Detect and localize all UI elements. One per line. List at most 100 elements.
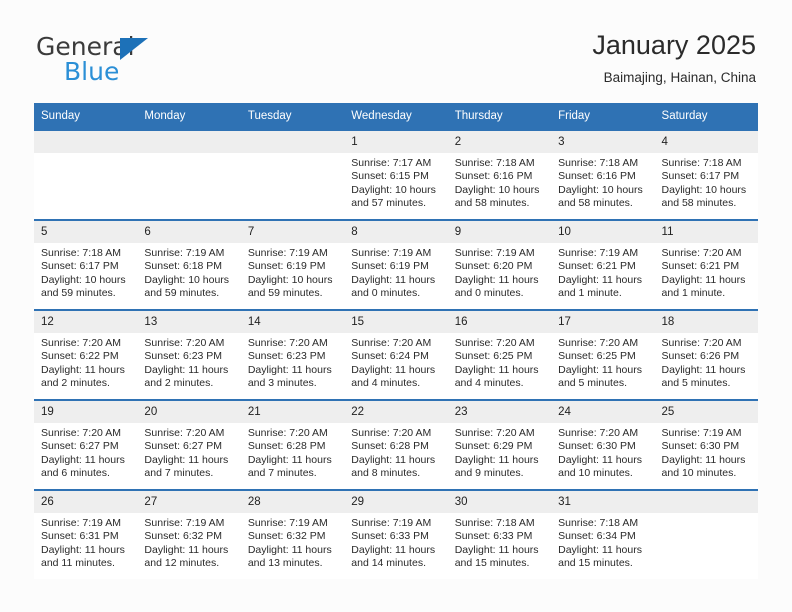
calendar-day-cell[interactable]: 18 Sunrise: 7:20 AM Sunset: 6:26 PM Dayligh… xyxy=(654,309,758,400)
sunset-text: Sunset: 6:25 PM xyxy=(558,350,636,363)
calendar-day-cell[interactable]: 7 Sunrise: 7:19 AM Sunset: 6:19 PM Daylight… xyxy=(240,219,345,310)
day-info: Sunrise: 7:18 AM Sunset: 6:17 PM Daylight:… xyxy=(655,153,758,210)
day-number: 5 xyxy=(34,221,138,243)
sunrise-text: Sunrise: 7:18 AM xyxy=(558,517,639,529)
sunrise-text: Sunrise: 7:20 AM xyxy=(41,427,121,439)
day-number: 4 xyxy=(654,131,758,153)
day-number: 3 xyxy=(551,131,655,153)
day-info: Sunrise: 7:18 AM Sunset: 6:34 PM Daylight:… xyxy=(551,513,654,570)
calendar-day-cell[interactable]: 27 Sunrise: 7:19 AM Sunset: 6:32 PM Dayligh… xyxy=(137,489,241,579)
sunset-text: Sunset: 6:32 PM xyxy=(247,530,326,543)
day-number: 15 xyxy=(344,311,448,333)
calendar-day-cell[interactable]: 26 Sunrise: 7:19 AM Sunset: 6:31 PM Dayligh… xyxy=(34,489,138,579)
calendar-table: Sunday Monday Tuesday Wednesday Thursday… xyxy=(34,103,758,579)
day-number xyxy=(34,131,138,153)
day-number: 20 xyxy=(137,401,241,423)
sunset-text: Sunset: 6:21 PM xyxy=(661,260,740,273)
sunrise-text: Sunrise: 7:20 AM xyxy=(454,337,535,349)
daylight-text: Daylight: 11 hours and 3 minutes. xyxy=(247,363,332,389)
page-subtitle: Baimajing, Hainan, China xyxy=(603,70,756,85)
day-number: 19 xyxy=(34,401,138,423)
daylight-text: Daylight: 10 hours and 58 minutes. xyxy=(558,183,643,209)
day-info: Sunrise: 7:20 AM Sunset: 6:23 PM Daylight:… xyxy=(241,333,344,390)
daylight-text: Daylight: 11 hours and 7 minutes. xyxy=(144,453,229,479)
weekday-header-thursday: Thursday xyxy=(447,103,552,130)
sunrise-text: Sunrise: 7:19 AM xyxy=(351,517,432,529)
sunset-text: Sunset: 6:30 PM xyxy=(558,440,636,453)
calendar-day-cell[interactable]: 1 Sunrise: 7:17 AM Sunset: 6:15 PM Daylight… xyxy=(344,129,448,220)
daylight-text: Daylight: 11 hours and 2 minutes. xyxy=(41,363,125,389)
day-info: Sunrise: 7:20 AM Sunset: 6:25 PM Daylight:… xyxy=(448,333,551,390)
calendar-day-cell[interactable]: 2 Sunrise: 7:18 AM Sunset: 6:16 PM Daylight… xyxy=(447,129,552,220)
sunrise-text: Sunrise: 7:20 AM xyxy=(661,247,742,259)
brand-logo[interactable]: General Blue xyxy=(36,33,236,91)
sunrise-text: Sunrise: 7:20 AM xyxy=(351,427,432,439)
calendar-day-cell[interactable]: 24 Sunrise: 7:20 AM Sunset: 6:30 PM Dayligh… xyxy=(551,399,655,490)
day-info: Sunrise: 7:18 AM Sunset: 6:17 PM Daylight:… xyxy=(34,243,137,300)
calendar-day-cell[interactable]: 6 Sunrise: 7:19 AM Sunset: 6:18 PM Daylight… xyxy=(137,219,241,310)
sunset-text: Sunset: 6:27 PM xyxy=(144,440,223,453)
calendar-day-cell[interactable]: 4 Sunrise: 7:18 AM Sunset: 6:17 PM Daylight… xyxy=(654,129,758,220)
day-number: 24 xyxy=(551,401,655,423)
day-number: 2 xyxy=(447,131,552,153)
calendar-day-cell[interactable]: 14 Sunrise: 7:20 AM Sunset: 6:23 PM Dayligh… xyxy=(240,309,345,400)
calendar-day-cell[interactable]: 10 Sunrise: 7:19 AM Sunset: 6:21 PM Dayligh… xyxy=(551,219,655,310)
day-info: Sunrise: 7:20 AM Sunset: 6:26 PM Daylight:… xyxy=(655,333,758,390)
calendar-day-cell[interactable]: 9 Sunrise: 7:19 AM Sunset: 6:20 PM Daylight… xyxy=(447,219,552,310)
calendar-day-cell[interactable]: 12 Sunrise: 7:20 AM Sunset: 6:22 PM Dayligh… xyxy=(34,309,138,400)
calendar-day-cell[interactable]: 13 Sunrise: 7:20 AM Sunset: 6:23 PM Dayligh… xyxy=(137,309,241,400)
daylight-text: Daylight: 11 hours and 12 minutes. xyxy=(144,543,229,569)
sunrise-text: Sunrise: 7:17 AM xyxy=(351,157,432,169)
sunrise-text: Sunrise: 7:20 AM xyxy=(351,337,432,349)
sunset-text: Sunset: 6:16 PM xyxy=(454,170,533,183)
sunset-text: Sunset: 6:24 PM xyxy=(351,350,429,363)
day-number: 11 xyxy=(654,221,758,243)
calendar-day-cell[interactable]: 17 Sunrise: 7:20 AM Sunset: 6:25 PM Dayligh… xyxy=(551,309,655,400)
sunrise-text: Sunrise: 7:19 AM xyxy=(247,517,328,529)
calendar-day-cell[interactable]: 25 Sunrise: 7:19 AM Sunset: 6:30 PM Dayligh… xyxy=(654,399,758,490)
day-info: Sunrise: 7:20 AM Sunset: 6:27 PM Daylight:… xyxy=(34,423,137,480)
day-info: Sunrise: 7:19 AM Sunset: 6:32 PM Daylight:… xyxy=(241,513,344,570)
daylight-text: Daylight: 10 hours and 59 minutes. xyxy=(247,273,333,299)
day-number xyxy=(240,131,345,153)
sunset-text: Sunset: 6:20 PM xyxy=(454,260,533,273)
day-info: Sunrise: 7:18 AM Sunset: 6:16 PM Daylight:… xyxy=(448,153,551,210)
sunset-text: Sunset: 6:33 PM xyxy=(351,530,429,543)
daylight-text: Daylight: 11 hours and 1 minute. xyxy=(558,273,642,299)
calendar-day-cell[interactable]: 19 Sunrise: 7:20 AM Sunset: 6:27 PM Dayligh… xyxy=(34,399,138,490)
brand-name-blue: Blue xyxy=(64,57,120,86)
daylight-text: Daylight: 10 hours and 59 minutes. xyxy=(41,273,126,299)
daylight-text: Daylight: 10 hours and 58 minutes. xyxy=(661,183,747,209)
calendar-day-cell[interactable]: 20 Sunrise: 7:20 AM Sunset: 6:27 PM Dayligh… xyxy=(137,399,241,490)
calendar-day-cell[interactable]: 31 Sunrise: 7:18 AM Sunset: 6:34 PM Dayligh… xyxy=(551,489,655,579)
calendar-day-cell[interactable]: 21 Sunrise: 7:20 AM Sunset: 6:28 PM Dayligh… xyxy=(240,399,345,490)
calendar-day-cell[interactable]: 29 Sunrise: 7:19 AM Sunset: 6:33 PM Dayligh… xyxy=(344,489,448,579)
calendar-day-cell[interactable]: 23 Sunrise: 7:20 AM Sunset: 6:29 PM Dayligh… xyxy=(447,399,552,490)
calendar-day-cell[interactable]: 3 Sunrise: 7:18 AM Sunset: 6:16 PM Daylight… xyxy=(551,129,655,220)
calendar-day-cell-empty xyxy=(34,129,138,220)
day-number: 6 xyxy=(137,221,241,243)
sunrise-text: Sunrise: 7:20 AM xyxy=(558,427,639,439)
sunrise-text: Sunrise: 7:18 AM xyxy=(661,157,742,169)
day-info: Sunrise: 7:19 AM Sunset: 6:31 PM Daylight:… xyxy=(34,513,137,570)
day-number: 7 xyxy=(240,221,345,243)
calendar-day-cell[interactable]: 8 Sunrise: 7:19 AM Sunset: 6:19 PM Daylight… xyxy=(344,219,448,310)
daylight-text: Daylight: 11 hours and 10 minutes. xyxy=(558,453,642,479)
sunrise-text: Sunrise: 7:19 AM xyxy=(144,517,225,529)
day-info: Sunrise: 7:20 AM Sunset: 6:21 PM Daylight:… xyxy=(655,243,758,300)
day-number: 10 xyxy=(551,221,655,243)
sunset-text: Sunset: 6:19 PM xyxy=(351,260,429,273)
calendar-day-cell[interactable]: 16 Sunrise: 7:20 AM Sunset: 6:25 PM Dayligh… xyxy=(447,309,552,400)
daylight-text: Daylight: 11 hours and 4 minutes. xyxy=(351,363,436,389)
day-number: 29 xyxy=(344,491,448,513)
calendar-day-cell[interactable]: 11 Sunrise: 7:20 AM Sunset: 6:21 PM Dayligh… xyxy=(654,219,758,310)
day-info: Sunrise: 7:19 AM Sunset: 6:33 PM Daylight:… xyxy=(344,513,447,570)
calendar-day-cell[interactable]: 28 Sunrise: 7:19 AM Sunset: 6:32 PM Dayligh… xyxy=(240,489,345,579)
calendar-day-cell[interactable]: 5 Sunrise: 7:18 AM Sunset: 6:17 PM Daylight… xyxy=(34,219,138,310)
calendar-day-cell[interactable]: 22 Sunrise: 7:20 AM Sunset: 6:28 PM Dayligh… xyxy=(344,399,448,490)
day-number: 21 xyxy=(240,401,345,423)
day-number: 18 xyxy=(654,311,758,333)
daylight-text: Daylight: 11 hours and 0 minutes. xyxy=(454,273,539,299)
calendar-day-cell[interactable]: 15 Sunrise: 7:20 AM Sunset: 6:24 PM Dayligh… xyxy=(344,309,448,400)
calendar-day-cell[interactable]: 30 Sunrise: 7:18 AM Sunset: 6:33 PM Dayligh… xyxy=(447,489,552,579)
